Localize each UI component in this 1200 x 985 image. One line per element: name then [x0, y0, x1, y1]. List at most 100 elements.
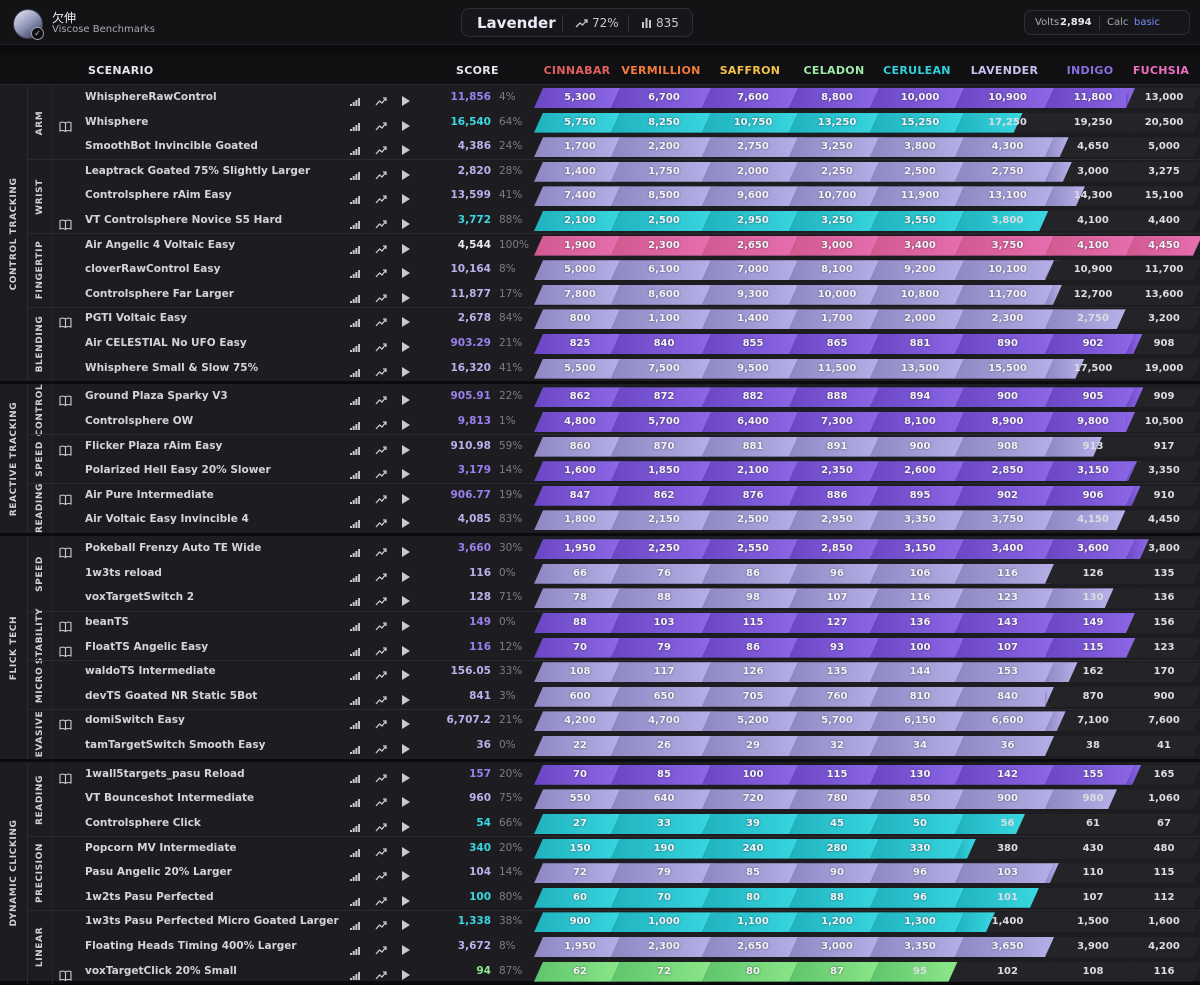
signal-strength-icon[interactable]: [350, 739, 360, 758]
score-trend-icon[interactable]: [375, 288, 387, 307]
signal-strength-icon[interactable]: [350, 591, 360, 610]
signal-strength-icon[interactable]: [350, 641, 360, 660]
guide-book-icon[interactable]: [59, 117, 72, 132]
scenario-name[interactable]: Whisphere Small & Slow 75%: [85, 362, 258, 374]
scenario-row[interactable]: Floating Heads Timing 400% Larger 3,672 8%…: [53, 935, 1200, 959]
signal-strength-icon[interactable]: [350, 464, 360, 483]
play-scenario-icon[interactable]: [402, 165, 410, 184]
guide-book-icon[interactable]: [59, 391, 72, 407]
scenario-name[interactable]: Popcorn MV Intermediate: [85, 842, 237, 854]
scenario-name[interactable]: SmoothBot Invincible Goated: [85, 140, 258, 152]
scenario-row[interactable]: WhisphereRawControl 11,856 4% 5,300 6,700 7,6…: [53, 86, 1200, 110]
score-trend-icon[interactable]: [375, 690, 387, 709]
score-trend-icon[interactable]: [375, 567, 387, 586]
score-trend-icon[interactable]: [375, 714, 387, 733]
signal-strength-icon[interactable]: [350, 542, 360, 561]
scenario-name[interactable]: PGTI Voltaic Easy: [85, 312, 187, 324]
guide-book-icon[interactable]: [59, 313, 72, 329]
play-scenario-icon[interactable]: [402, 440, 410, 459]
signal-strength-icon[interactable]: [350, 567, 360, 586]
score-trend-icon[interactable]: [375, 263, 387, 282]
signal-strength-icon[interactable]: [350, 288, 360, 307]
score-trend-icon[interactable]: [375, 940, 387, 959]
signal-strength-icon[interactable]: [350, 616, 360, 635]
signal-strength-icon[interactable]: [350, 263, 360, 282]
scenario-row[interactable]: 1w3ts Pasu Perfected Micro Goated Larger…: [53, 910, 1200, 934]
signal-strength-icon[interactable]: [350, 940, 360, 959]
score-trend-icon[interactable]: [375, 312, 387, 331]
score-trend-icon[interactable]: [375, 214, 387, 233]
score-trend-icon[interactable]: [375, 362, 387, 381]
play-scenario-icon[interactable]: [402, 513, 410, 532]
signal-strength-icon[interactable]: [350, 239, 360, 258]
scenario-name[interactable]: voxTargetClick 20% Small: [85, 965, 237, 977]
scenario-name[interactable]: tamTargetSwitch Smooth Easy: [85, 739, 265, 751]
play-scenario-icon[interactable]: [402, 665, 410, 684]
play-scenario-icon[interactable]: [402, 415, 410, 434]
scenario-name[interactable]: Pasu Angelic 20% Larger: [85, 866, 232, 878]
scenario-row[interactable]: VT Controlsphere Novice S5 Hard 3,772 88% 2…: [53, 209, 1200, 233]
scenario-row[interactable]: Controlsphere OW 9,813 1% 4,800 5,700 6,400 7,…: [53, 410, 1200, 434]
signal-strength-icon[interactable]: [350, 91, 360, 110]
scenario-row[interactable]: 1wall5targets_pasu Reload 157 20% 70 85 100 11…: [53, 763, 1200, 787]
signal-strength-icon[interactable]: [350, 768, 360, 787]
scenario-row[interactable]: Whisphere 16,540 64% 5,750 8,250 10,750 13,250…: [53, 111, 1200, 135]
guide-book-icon[interactable]: [59, 715, 72, 731]
signal-strength-icon[interactable]: [350, 415, 360, 434]
score-trend-icon[interactable]: [375, 513, 387, 532]
play-scenario-icon[interactable]: [402, 940, 410, 959]
scenario-row[interactable]: FloatTS Angelic Easy 116 12% 70 79 86 93 100 107…: [53, 636, 1200, 660]
play-scenario-icon[interactable]: [402, 464, 410, 483]
scenario-row[interactable]: PGTI Voltaic Easy 2,678 84% 800 1,100 1,400 1,…: [53, 307, 1200, 331]
signal-strength-icon[interactable]: [350, 891, 360, 910]
scenario-name[interactable]: Controlsphere rAim Easy: [85, 189, 232, 201]
scenario-row[interactable]: tamTargetSwitch Smooth Easy 36 0% 22 26 29 32 3…: [53, 734, 1200, 758]
scenario-name[interactable]: Controlsphere Click: [85, 817, 201, 829]
scenario-row[interactable]: Pokeball Frenzy Auto TE Wide 3,660 30% 1,95…: [53, 537, 1200, 561]
signal-strength-icon[interactable]: [350, 817, 360, 836]
signal-strength-icon[interactable]: [350, 866, 360, 885]
play-scenario-icon[interactable]: [402, 817, 410, 836]
signal-strength-icon[interactable]: [350, 165, 360, 184]
scenario-row[interactable]: voxTargetClick 20% Small 94 87% 62 72 80 87 95 1…: [53, 960, 1200, 984]
scenario-row[interactable]: SmoothBot Invincible Goated 4,386 24% 1,700…: [53, 135, 1200, 159]
scenario-row[interactable]: Pasu Angelic 20% Larger 104 14% 72 79 85 90 96 1…: [53, 861, 1200, 885]
score-trend-icon[interactable]: [375, 792, 387, 811]
scenario-row[interactable]: 1w2ts Pasu Perfected 100 80% 60 70 80 88 96 101 1…: [53, 886, 1200, 910]
guide-book-icon[interactable]: [59, 490, 72, 505]
scenario-row[interactable]: Air Voltaic Easy Invincible 4 4,085 83% 1,8…: [53, 508, 1200, 532]
scenario-row[interactable]: 1w3ts reload 116 0% 66 76 86 96 106 116 126 135: [53, 562, 1200, 586]
signal-strength-icon[interactable]: [350, 189, 360, 208]
play-scenario-icon[interactable]: [402, 312, 410, 331]
scenario-name[interactable]: 1w2ts Pasu Perfected: [85, 891, 214, 903]
scenario-name[interactable]: Controlsphere OW: [85, 415, 193, 427]
scenario-name[interactable]: devTS Goated NR Static 5Bot: [85, 690, 257, 702]
scenario-row[interactable]: Controlsphere Far Larger 11,877 17% 7,800 8,…: [53, 283, 1200, 307]
scenario-name[interactable]: domiSwitch Easy: [85, 714, 185, 726]
scenario-name[interactable]: 1w3ts reload: [85, 567, 162, 579]
scenario-row[interactable]: domiSwitch Easy 6,707.2 21% 4,200 4,700 5,200…: [53, 709, 1200, 733]
score-trend-icon[interactable]: [375, 739, 387, 758]
play-scenario-icon[interactable]: [402, 239, 410, 258]
play-scenario-icon[interactable]: [402, 616, 410, 635]
score-trend-icon[interactable]: [375, 842, 387, 861]
score-trend-icon[interactable]: [375, 390, 387, 409]
play-scenario-icon[interactable]: [402, 891, 410, 910]
signal-strength-icon[interactable]: [350, 513, 360, 532]
scenario-row[interactable]: Whisphere Small & Slow 75% 16,320 41% 5,500…: [53, 357, 1200, 381]
scenario-row[interactable]: Air Angelic 4 Voltaic Easy 4,544 100% 1,900…: [53, 234, 1200, 258]
scenario-row[interactable]: cloverRawControl Easy 10,164 8% 5,000 6,100 7…: [53, 258, 1200, 282]
score-trend-icon[interactable]: [375, 337, 387, 356]
play-scenario-icon[interactable]: [402, 390, 410, 409]
score-trend-icon[interactable]: [375, 542, 387, 561]
signal-strength-icon[interactable]: [350, 390, 360, 409]
score-trend-icon[interactable]: [375, 616, 387, 635]
scenario-name[interactable]: VT Controlsphere Novice S5 Hard: [85, 214, 282, 226]
scenario-name[interactable]: cloverRawControl Easy: [85, 263, 220, 275]
play-scenario-icon[interactable]: [402, 189, 410, 208]
signal-strength-icon[interactable]: [350, 842, 360, 861]
score-trend-icon[interactable]: [375, 665, 387, 684]
play-scenario-icon[interactable]: [402, 714, 410, 733]
play-scenario-icon[interactable]: [402, 866, 410, 885]
scenario-row[interactable]: Controlsphere rAim Easy 13,599 41% 7,400 8,5…: [53, 184, 1200, 208]
